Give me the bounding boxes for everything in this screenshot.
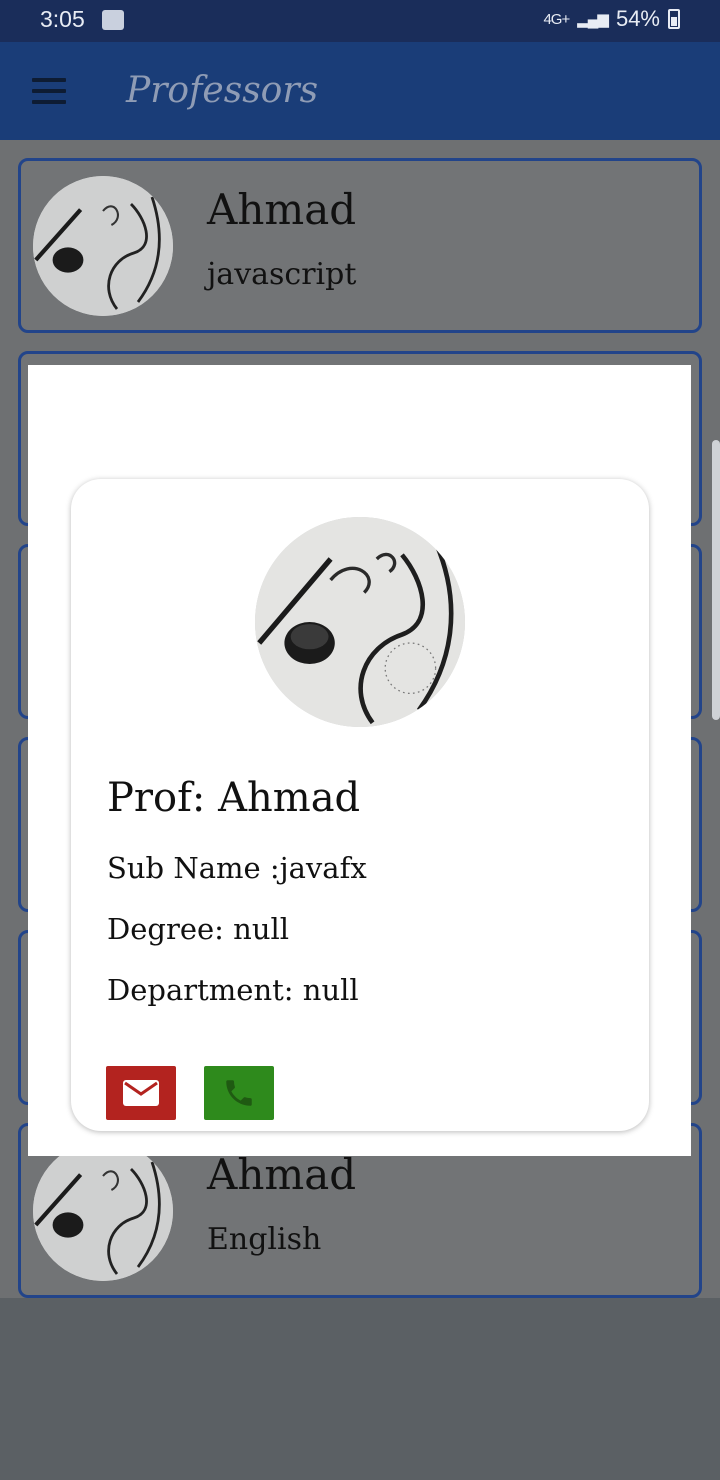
degree: Degree: null <box>107 912 290 946</box>
status-indicators: 4G+ ▂▄▆ 54% <box>543 6 680 32</box>
scrollbar[interactable] <box>712 440 720 720</box>
subject-name: Sub Name :javafx <box>107 851 367 885</box>
professor-name: Ahmad <box>207 185 357 234</box>
professor-dialog: Prof: Ahmad Sub Name :javafx Degree: nul… <box>28 365 691 1156</box>
professor-name: Ahmad <box>207 1150 357 1199</box>
email-icon <box>123 1080 159 1106</box>
menu-icon[interactable] <box>32 78 66 104</box>
department: Department: null <box>107 973 359 1007</box>
network-type: 4G+ <box>543 10 570 28</box>
professor-name-heading: Prof: Ahmad <box>107 775 361 821</box>
email-button[interactable] <box>106 1066 176 1120</box>
battery-percent: 54% <box>615 6 660 31</box>
wifi-icon <box>102 10 124 30</box>
professor-subject: English <box>207 1222 322 1257</box>
app-bar: Professors <box>0 42 720 140</box>
page-title: Professors <box>126 70 319 111</box>
status-bar: 3:05 4G+ ▂▄▆ 54% <box>0 0 720 42</box>
avatar <box>33 1141 173 1281</box>
avatar <box>255 517 465 727</box>
status-time: 3:05 <box>40 6 85 32</box>
professor-detail-card: Prof: Ahmad Sub Name :javafx Degree: nul… <box>71 479 649 1131</box>
professor-card[interactable]: Ahmad javascript <box>18 158 702 333</box>
battery-icon <box>668 9 680 29</box>
professor-subject: javascript <box>207 257 357 292</box>
phone-icon <box>226 1080 252 1106</box>
avatar <box>33 176 173 316</box>
call-button[interactable] <box>204 1066 274 1120</box>
signal-icon: ▂▄▆ <box>577 11 609 28</box>
